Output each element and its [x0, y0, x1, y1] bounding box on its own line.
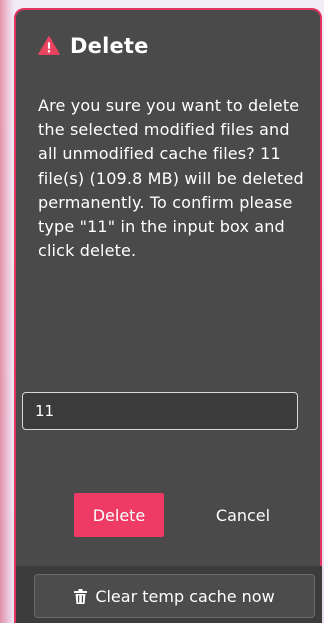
dialog-title: Delete: [70, 34, 149, 58]
trash-icon: [74, 588, 88, 604]
dialog-message: Are you sure you want to delete the sele…: [38, 96, 304, 261]
clear-cache-button[interactable]: Clear temp cache now: [34, 574, 315, 618]
background-edge: [0, 0, 14, 623]
delete-dialog: Delete Are you sure you want to delete t…: [14, 8, 322, 566]
confirm-input[interactable]: [22, 392, 298, 430]
warning-triangle-icon: [38, 36, 60, 55]
clear-cache-label: Clear temp cache now: [95, 586, 275, 606]
dialog-header: Delete: [38, 34, 149, 58]
delete-button[interactable]: Delete: [74, 493, 164, 537]
cancel-button[interactable]: Cancel: [198, 493, 288, 537]
